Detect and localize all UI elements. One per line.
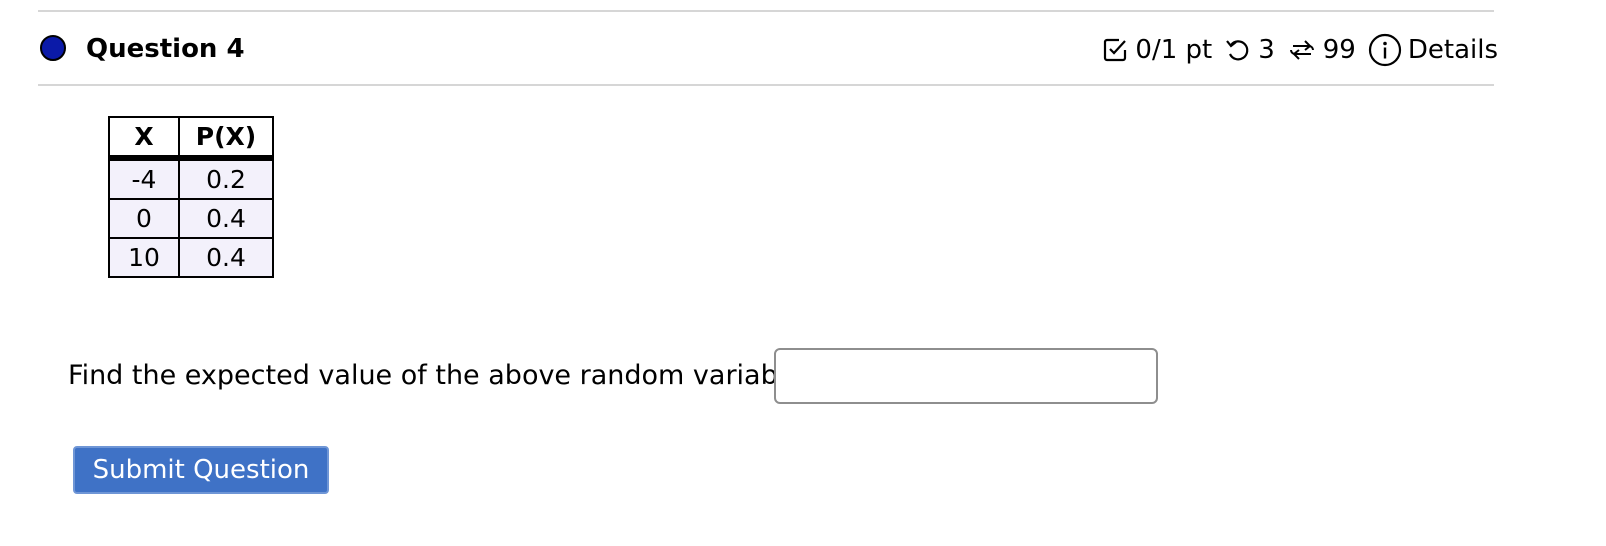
question-title: Question 4	[86, 34, 245, 64]
refresh-arrows-icon	[1287, 35, 1317, 65]
table-header-row: X P(X)	[108, 116, 274, 161]
column-header-px: P(X)	[178, 116, 274, 161]
table-row: 0 0.4	[108, 198, 274, 239]
table-row: -4 0.2	[108, 157, 274, 200]
info-circle-icon[interactable]	[1368, 33, 1402, 67]
question-prompt: Find the expected value of the above ran…	[68, 360, 811, 391]
table-cell-x: 10	[108, 237, 180, 278]
table-cell-px: 0.4	[178, 237, 274, 278]
table-cell-x: 0	[108, 198, 180, 239]
versions-count: 99	[1322, 35, 1356, 65]
checkbox-check-icon	[1101, 36, 1129, 64]
table-cell-px: 0.4	[178, 198, 274, 239]
undo-icon	[1224, 36, 1252, 64]
question-status-dot-icon	[40, 35, 66, 61]
table-cell-x: -4	[108, 157, 180, 200]
answer-input[interactable]	[774, 348, 1158, 404]
details-link[interactable]: Details	[1408, 34, 1498, 66]
question-meta-bar: 0/1 pt 3 99 Details	[1101, 30, 1498, 70]
attempts-count: 3	[1258, 35, 1275, 65]
header-divider	[38, 84, 1494, 86]
score-text: 0/1 pt	[1135, 35, 1213, 65]
table-row: 10 0.4	[108, 237, 274, 278]
probability-distribution-table: X P(X) -4 0.2 0 0.4 10 0.4	[108, 116, 274, 278]
submit-question-button[interactable]: Submit Question	[73, 446, 329, 494]
column-header-x: X	[108, 116, 180, 161]
top-divider	[38, 10, 1494, 12]
table-cell-px: 0.2	[178, 157, 274, 200]
